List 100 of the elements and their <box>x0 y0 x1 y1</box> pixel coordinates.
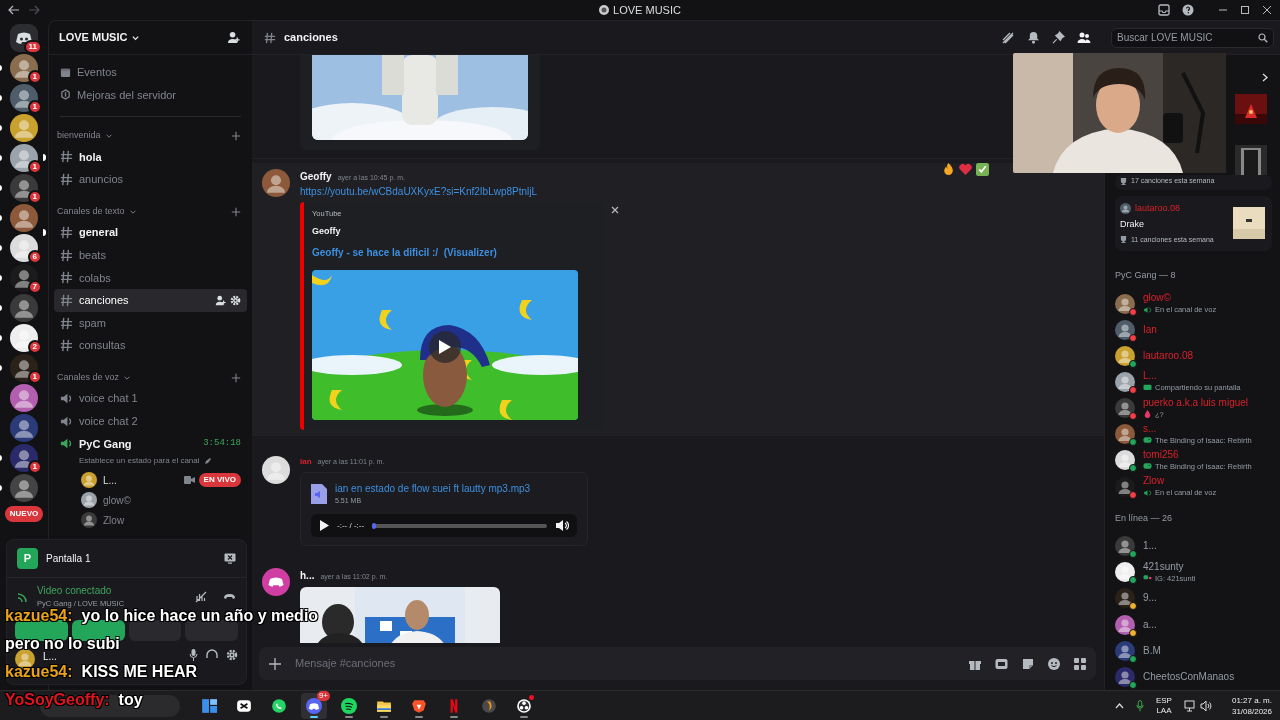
network-icon[interactable] <box>1183 699 1196 712</box>
server-icon[interactable] <box>10 204 38 232</box>
member-item[interactable]: Ian <box>1115 316 1272 343</box>
text-channel[interactable]: beats <box>54 243 247 267</box>
user-avatar <box>1115 398 1135 419</box>
discord-icon[interactable] <box>10 24 38 52</box>
member-item[interactable]: B.M <box>1115 637 1272 664</box>
server-icon[interactable] <box>10 294 38 322</box>
headphones-icon[interactable] <box>206 649 218 661</box>
camera-button[interactable] <box>15 619 68 641</box>
volume-icon[interactable] <box>555 519 569 533</box>
apps-icon[interactable] <box>1074 657 1086 670</box>
member-item[interactable]: 1... <box>1115 533 1272 560</box>
user-name[interactable]: lautaroo.08 <box>1135 201 1181 215</box>
close-icon[interactable] <box>1262 5 1272 15</box>
server-icon[interactable] <box>10 414 38 442</box>
clock[interactable]: 01:27 a. m. 31/08/2026 <box>1231 694 1272 717</box>
avatar[interactable] <box>262 568 290 597</box>
voice-channel[interactable]: voice chat 1 <box>54 387 247 411</box>
add-channel-icon[interactable] <box>231 206 241 217</box>
close-icon[interactable] <box>611 206 619 214</box>
checkmark-icon[interactable] <box>976 163 989 176</box>
chevron-right-icon[interactable] <box>1262 73 1268 82</box>
text-channel[interactable]: canciones <box>54 289 247 312</box>
member-item[interactable]: a... <box>1115 611 1272 638</box>
help-icon[interactable] <box>1182 4 1194 16</box>
server-icon[interactable] <box>10 84 38 112</box>
language-indicator[interactable]: ESP LAA <box>1155 695 1172 716</box>
user-name[interactable]: L... <box>43 649 57 664</box>
avatar[interactable] <box>262 455 290 484</box>
back-icon[interactable] <box>8 5 20 15</box>
add-friend-icon[interactable] <box>227 31 240 44</box>
stop-stream-icon[interactable] <box>224 553 236 564</box>
text-channel[interactable]: anuncios <box>54 168 247 191</box>
message-link[interactable]: https://youtu.be/wCBdaUXKyxE?si=Knf2IbLwp8PtnljL <box>300 184 603 199</box>
progress-fill[interactable] <box>372 522 377 529</box>
sticker-icon[interactable] <box>1022 657 1034 670</box>
server-name[interactable]: LOVE MUSIC <box>59 29 128 46</box>
pencil-icon[interactable] <box>203 457 212 466</box>
gif-icon[interactable] <box>995 657 1008 670</box>
voice-channel[interactable]: voice chat 2 <box>54 410 247 433</box>
sidebar-item[interactable]: Mejoras del servidor <box>54 83 247 107</box>
play-icon[interactable] <box>319 520 329 532</box>
voice-user-name[interactable]: L... <box>103 472 117 488</box>
server-icon[interactable] <box>10 444 38 472</box>
add-channel-icon[interactable] <box>231 372 241 383</box>
volume-icon[interactable] <box>1199 699 1212 712</box>
sidebar-item[interactable]: Eventos <box>54 61 247 84</box>
server-icon[interactable] <box>10 234 38 262</box>
server-icon[interactable] <box>10 384 38 412</box>
bell-icon[interactable] <box>1027 31 1040 44</box>
voice-user-name[interactable]: Zlow <box>103 512 125 528</box>
member-item[interactable]: lautaroo.08 <box>1115 342 1272 369</box>
inbox-icon[interactable] <box>1158 4 1170 16</box>
member-item[interactable]: CheetosConManaos <box>1115 663 1272 690</box>
settings-icon[interactable] <box>226 649 238 661</box>
text-channel[interactable]: colabs <box>54 266 247 290</box>
embed-title[interactable]: Geoffy - se hace la dificil :/ (Visualizer) <box>312 244 593 260</box>
pin-icon[interactable] <box>1052 31 1065 44</box>
emoji-icon[interactable] <box>1048 657 1060 670</box>
avatar[interactable] <box>262 169 290 197</box>
server-icon[interactable] <box>10 174 38 202</box>
category-label[interactable]: Canales de texto <box>57 204 125 219</box>
add-member-icon[interactable] <box>215 294 226 306</box>
member-item[interactable]: 9... <box>1115 585 1272 612</box>
channel-status[interactable]: Establece un estado para el canal <box>79 455 200 468</box>
voice-channel[interactable]: PyC Gang 3:54:18 <box>54 432 247 456</box>
text-channel[interactable]: hola <box>54 145 247 169</box>
fire-icon[interactable] <box>942 163 955 176</box>
maximize-icon[interactable] <box>1240 5 1250 15</box>
category-label[interactable]: bienvenida <box>57 129 101 143</box>
settings-icon[interactable] <box>230 294 241 306</box>
noise-suppression-icon[interactable] <box>195 590 207 603</box>
server-icon[interactable] <box>10 144 38 172</box>
attach-icon[interactable] <box>269 657 281 670</box>
server-icon[interactable] <box>10 54 38 82</box>
server-icon[interactable] <box>10 324 38 352</box>
members-icon[interactable] <box>1077 30 1091 45</box>
message-input[interactable]: Mensaje #canciones <box>293 654 957 673</box>
microphone-icon[interactable] <box>1135 699 1144 712</box>
category-label[interactable]: Canales de voz <box>57 370 120 385</box>
text-channel[interactable]: general <box>54 221 247 244</box>
text-channel[interactable]: spam <box>54 311 247 335</box>
author-name[interactable]: Ian <box>300 455 312 468</box>
voice-user-name[interactable]: glow© <box>103 492 131 508</box>
server-icon[interactable] <box>10 114 38 142</box>
threads-icon[interactable] <box>1001 30 1015 45</box>
add-channel-icon[interactable] <box>231 130 241 141</box>
chevron-down-icon[interactable] <box>131 33 141 42</box>
file-name[interactable]: ian en estado de flow suei ft lautty mp3.mp3 <box>335 480 531 496</box>
chevron-up-icon[interactable] <box>1114 702 1124 709</box>
search-field[interactable]: Buscar LOVE MUSIC <box>1111 27 1274 48</box>
taskbar-app[interactable]: 9+ <box>301 692 327 719</box>
author-name[interactable]: h... <box>300 568 315 584</box>
microphone-icon[interactable] <box>189 649 198 661</box>
heart-icon[interactable] <box>959 163 972 176</box>
message-field[interactable]: Mensaje #canciones <box>259 647 1096 680</box>
text-channel[interactable]: consultas <box>54 334 247 357</box>
author-name[interactable]: Geoffy <box>300 169 332 184</box>
server-icon[interactable] <box>10 474 38 502</box>
